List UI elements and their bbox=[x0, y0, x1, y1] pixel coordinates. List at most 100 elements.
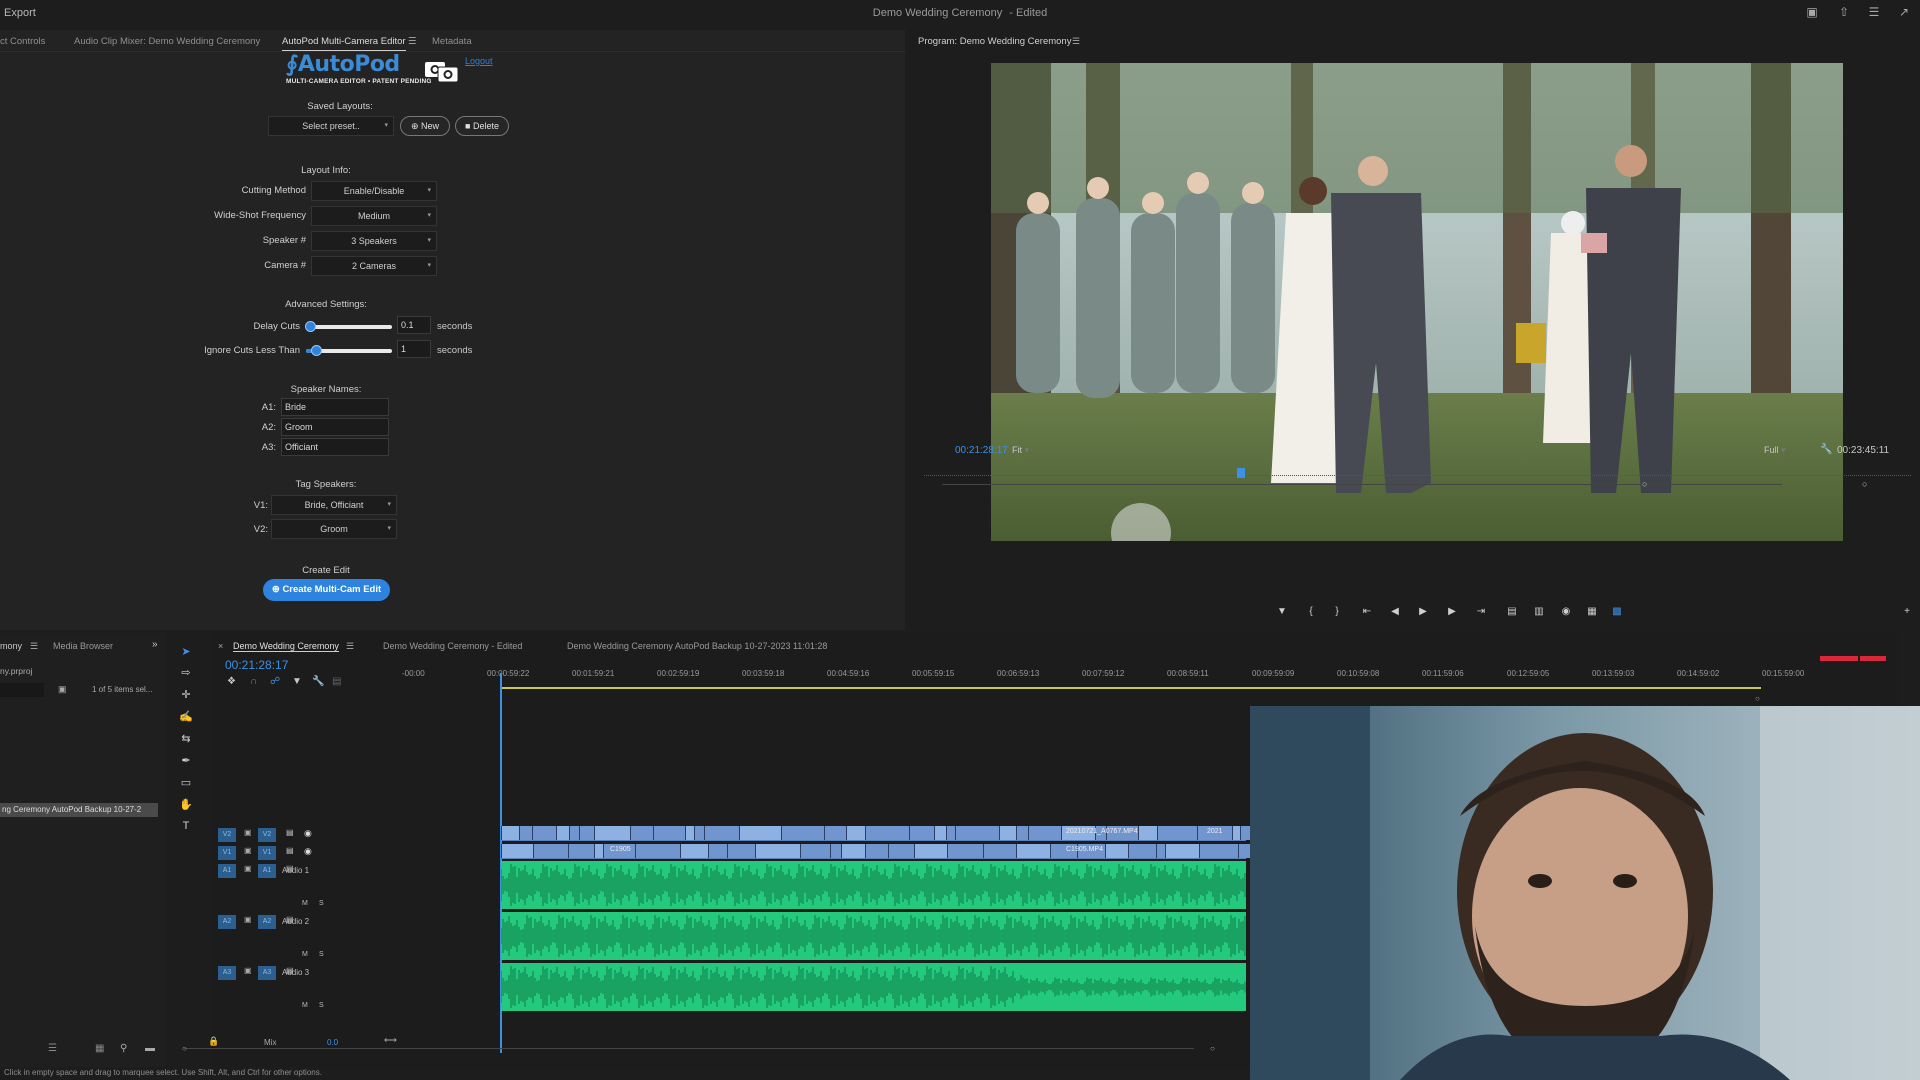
video-clip[interactable] bbox=[1028, 826, 1061, 840]
wide-shot-frequency-select[interactable]: Medium ▾ bbox=[311, 206, 437, 226]
video-clip[interactable] bbox=[501, 826, 519, 840]
track-source-patch[interactable]: A3 bbox=[218, 966, 236, 980]
solo-button[interactable]: S bbox=[319, 900, 324, 907]
selection-tool-icon[interactable]: ➤ bbox=[178, 645, 194, 661]
wrench-icon[interactable]: 🔧 bbox=[1820, 444, 1832, 455]
video-clip[interactable] bbox=[846, 826, 865, 840]
program-timecode[interactable]: 00:21:28:17 bbox=[955, 445, 1008, 456]
zoom-handle-left[interactable]: ○ bbox=[1642, 479, 1647, 489]
video-clip[interactable] bbox=[1138, 826, 1157, 840]
video-clip[interactable] bbox=[579, 826, 594, 840]
tag-v2-select[interactable]: Groom ▾ bbox=[271, 519, 397, 539]
go-to-out-icon[interactable]: ⇥ bbox=[1474, 606, 1488, 620]
program-ruler[interactable] bbox=[924, 475, 1911, 481]
video-clip[interactable] bbox=[800, 844, 830, 858]
track-lock-icon[interactable]: ▣ bbox=[244, 966, 252, 975]
video-clip[interactable] bbox=[1157, 826, 1197, 840]
video-clip[interactable] bbox=[635, 844, 680, 858]
list-view-icon[interactable]: ☰ bbox=[48, 1043, 57, 1054]
mix-collapse-icon[interactable]: ⟷ bbox=[384, 1035, 397, 1046]
zoom-handle-right[interactable]: ○ bbox=[1862, 479, 1867, 489]
track-select-tool-icon[interactable]: ⇨ bbox=[178, 666, 194, 682]
video-clip[interactable] bbox=[532, 826, 556, 840]
solo-button[interactable]: S bbox=[319, 951, 324, 958]
track-source-patch[interactable]: V2 bbox=[218, 828, 236, 842]
tag-v1-select[interactable]: Bride, Officiant ▾ bbox=[271, 495, 397, 515]
project-tab[interactable]: mony bbox=[0, 641, 22, 651]
sequence-tab-menu-icon[interactable]: ☰ bbox=[346, 641, 354, 652]
track-lock-icon[interactable]: ▣ bbox=[244, 846, 252, 855]
video-clip[interactable] bbox=[983, 844, 1016, 858]
preset-select[interactable]: Select preset.. ▾ bbox=[268, 116, 394, 136]
new-bin-icon[interactable]: ▣ bbox=[58, 684, 67, 695]
video-clip[interactable] bbox=[708, 844, 727, 858]
fit-select[interactable]: Fit ▾ bbox=[1012, 445, 1029, 456]
video-clip[interactable] bbox=[755, 844, 800, 858]
track-target[interactable]: V1 bbox=[258, 846, 276, 860]
eye-icon[interactable]: ◉ bbox=[304, 846, 312, 857]
button-editor-plus-icon[interactable]: + bbox=[1900, 606, 1914, 620]
tab-metadata[interactable]: Metadata bbox=[432, 36, 472, 47]
track-lock-icon[interactable]: ▣ bbox=[244, 864, 252, 873]
cutting-method-select[interactable]: Enable/Disable ▾ bbox=[311, 181, 437, 201]
audio-1-waveform[interactable] bbox=[501, 861, 1246, 909]
video-clip[interactable] bbox=[999, 826, 1016, 840]
freeform-view-icon[interactable]: ▦ bbox=[95, 1043, 104, 1054]
razor-tool-icon[interactable]: ✍ bbox=[178, 710, 194, 726]
extract-icon[interactable]: ▥ bbox=[1532, 606, 1546, 620]
video-clip[interactable] bbox=[533, 844, 568, 858]
track-target[interactable]: V2 bbox=[258, 828, 276, 842]
delete-preset-button[interactable]: ■ Delete bbox=[455, 116, 509, 136]
project-item-selected[interactable]: ng Ceremony AutoPod Backup 10-27-2 bbox=[0, 803, 158, 817]
track-target[interactable]: A1 bbox=[258, 864, 276, 878]
video-clip[interactable] bbox=[947, 844, 983, 858]
media-browser-tab[interactable]: Media Browser bbox=[53, 641, 113, 651]
close-tab-icon[interactable]: × bbox=[218, 641, 223, 651]
lift-icon[interactable]: ▤ bbox=[1505, 606, 1519, 620]
video-clip[interactable] bbox=[704, 826, 739, 840]
menu-icon[interactable]: ☰ bbox=[1866, 5, 1882, 19]
multicam-icon[interactable]: ▩ bbox=[1610, 606, 1624, 620]
toggle-sync-lock-icon[interactable]: ▤ bbox=[286, 828, 294, 837]
track-source-patch[interactable]: A2 bbox=[218, 915, 236, 929]
expand-panels-icon[interactable]: » bbox=[152, 639, 158, 650]
track-source-patch[interactable]: A1 bbox=[218, 864, 236, 878]
sequence-tab-backup[interactable]: Demo Wedding Ceremony AutoPod Backup 10-… bbox=[567, 641, 827, 651]
mix-lock-icon[interactable]: 🔒 bbox=[208, 1036, 219, 1047]
scroll-handle-left[interactable]: ○ bbox=[182, 1044, 187, 1053]
delay-cuts-handle[interactable] bbox=[305, 321, 316, 332]
sequence-tab-edited[interactable]: Demo Wedding Ceremony - Edited bbox=[383, 641, 522, 651]
quality-select[interactable]: Full ▾ bbox=[1764, 445, 1786, 456]
scroll-handle-right[interactable]: ○ bbox=[1210, 1044, 1215, 1053]
audio-2-waveform[interactable] bbox=[501, 912, 1246, 960]
ripple-edit-tool-icon[interactable]: ✛ bbox=[178, 688, 194, 704]
track-lock-icon[interactable]: ▣ bbox=[244, 915, 252, 924]
video-clip[interactable] bbox=[1238, 844, 1250, 858]
step-forward-icon[interactable]: ▶ bbox=[1445, 606, 1459, 620]
create-multicam-button[interactable]: ⊕ Create Multi-Cam Edit bbox=[263, 579, 390, 601]
share-icon[interactable]: ⇧ bbox=[1836, 5, 1852, 19]
video-clip[interactable] bbox=[594, 826, 630, 840]
pen-tool-icon[interactable]: ✒ bbox=[178, 754, 194, 770]
ignore-cuts-handle[interactable] bbox=[311, 345, 322, 356]
new-folder-icon[interactable]: ▬ bbox=[145, 1043, 155, 1054]
video-clip[interactable] bbox=[1016, 844, 1050, 858]
video-clip[interactable] bbox=[946, 826, 955, 840]
tab-autopod[interactable]: AutoPod Multi-Camera Editor bbox=[282, 36, 406, 51]
logout-link[interactable]: Logout bbox=[465, 56, 493, 66]
speaker-count-select[interactable]: 3 Speakers ▾ bbox=[311, 231, 437, 251]
video-clip[interactable] bbox=[909, 826, 934, 840]
audio-3-waveform[interactable] bbox=[501, 963, 1246, 1011]
program-video-frame[interactable] bbox=[991, 63, 1843, 541]
workspace-icon[interactable]: ▣ bbox=[1804, 5, 1820, 19]
find-icon[interactable]: ⚲ bbox=[120, 1043, 127, 1054]
video-clip[interactable] bbox=[865, 826, 909, 840]
speaker-a1-input[interactable]: Bride bbox=[281, 398, 389, 416]
video-clip[interactable] bbox=[739, 826, 781, 840]
delay-cuts-slider[interactable] bbox=[305, 321, 392, 332]
export-frame-icon[interactable]: ◉ bbox=[1559, 606, 1573, 620]
project-tab-menu-icon[interactable]: ☰ bbox=[30, 641, 38, 652]
fullscreen-icon[interactable]: ↗ bbox=[1896, 5, 1912, 19]
video-clip[interactable] bbox=[1016, 826, 1028, 840]
video-clip[interactable] bbox=[519, 826, 532, 840]
